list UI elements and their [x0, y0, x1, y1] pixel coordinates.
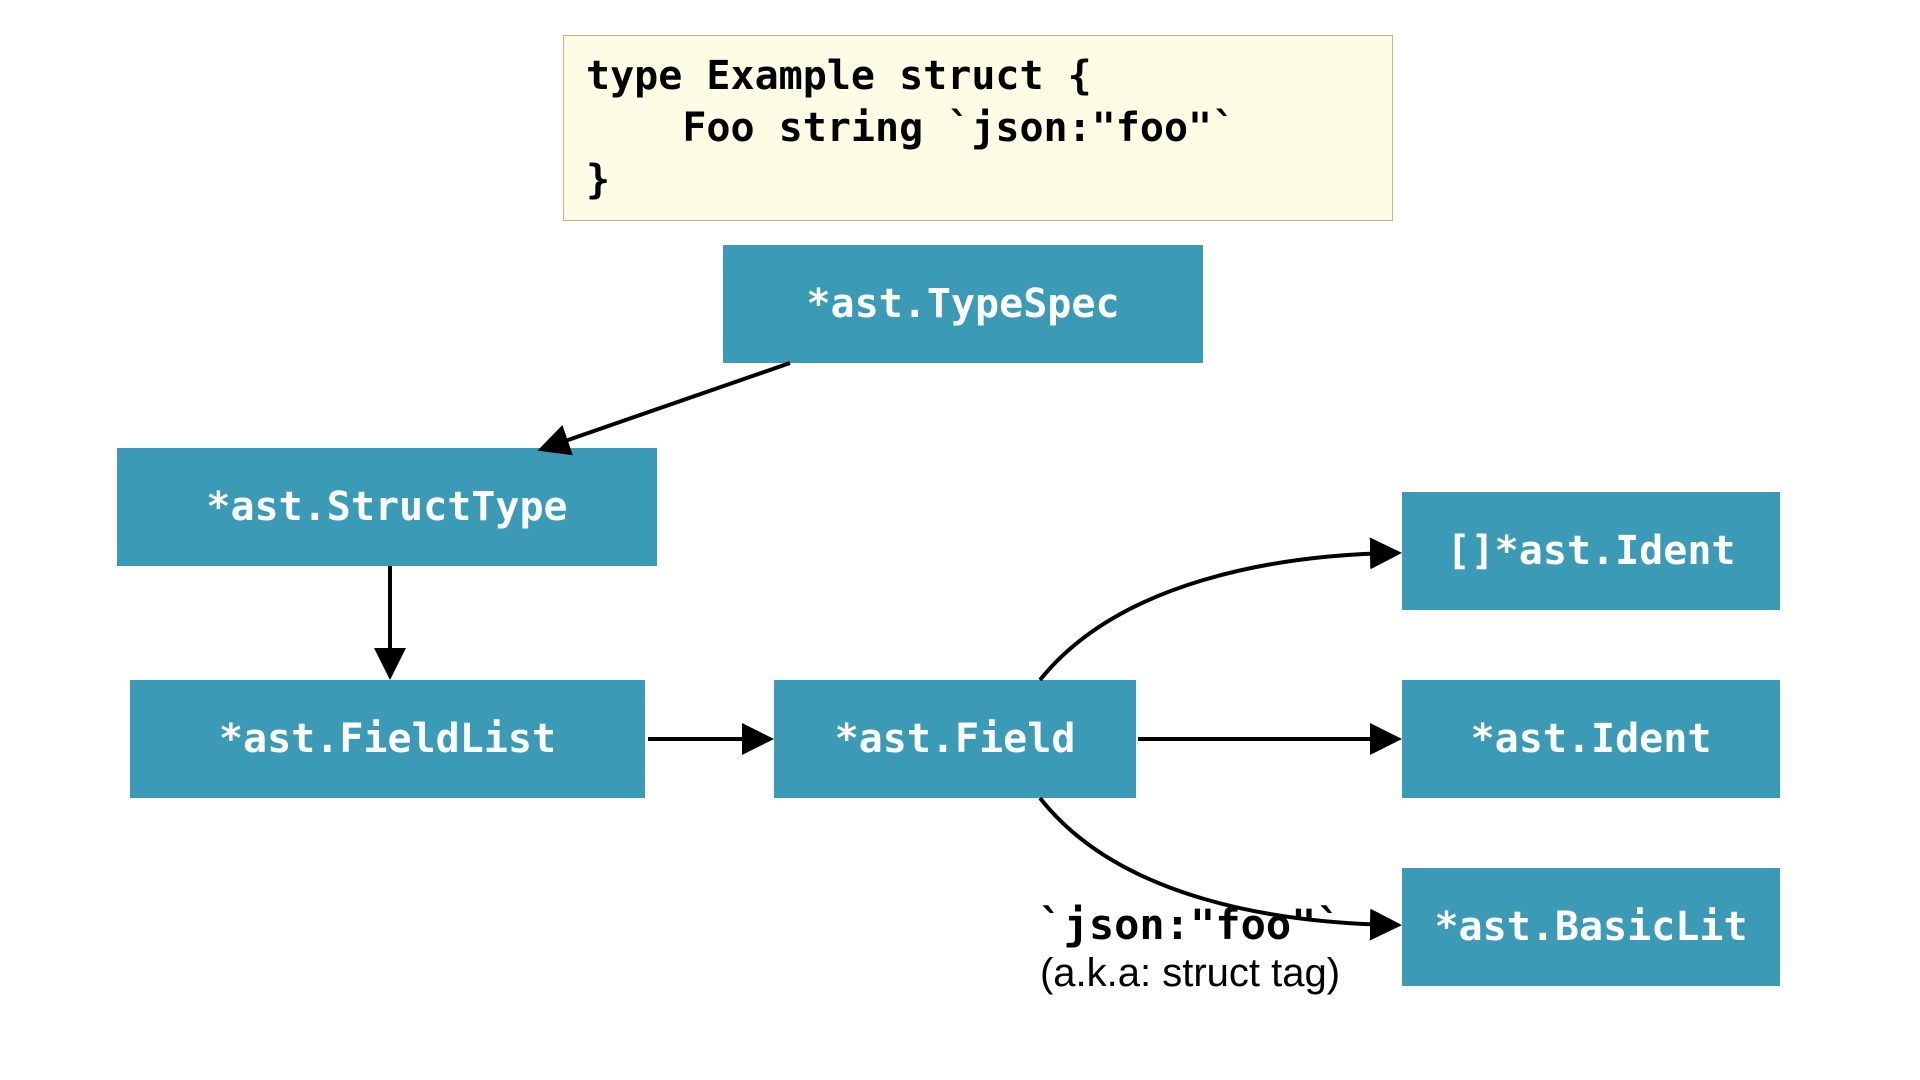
node-field: *ast.Field: [774, 680, 1136, 798]
node-ident: *ast.Ident: [1402, 680, 1780, 798]
node-ident-slice: []*ast.Ident: [1402, 492, 1780, 610]
node-structtype: *ast.StructType: [117, 448, 657, 566]
struct-tag-annotation: `json:"foo"` (a.k.a: struct tag): [980, 900, 1400, 996]
node-fieldlist-label: *ast.FieldList: [219, 716, 556, 762]
node-basiclit-label: *ast.BasicLit: [1434, 904, 1747, 950]
node-structtype-label: *ast.StructType: [206, 484, 567, 530]
node-ident-slice-label: []*ast.Ident: [1447, 528, 1736, 574]
struct-tag-value: `json:"foo"`: [980, 900, 1400, 949]
edge-field-identslice: [1040, 553, 1394, 680]
node-basiclit: *ast.BasicLit: [1402, 868, 1780, 986]
edge-typespec-structtype: [545, 363, 790, 448]
node-typespec-label: *ast.TypeSpec: [806, 281, 1119, 327]
node-field-label: *ast.Field: [835, 716, 1076, 762]
code-snippet: type Example struct { Foo string `json:"…: [563, 35, 1393, 221]
node-fieldlist: *ast.FieldList: [130, 680, 645, 798]
node-typespec: *ast.TypeSpec: [723, 245, 1203, 363]
struct-tag-subtitle: (a.k.a: struct tag): [980, 951, 1400, 996]
node-ident-label: *ast.Ident: [1471, 716, 1712, 762]
